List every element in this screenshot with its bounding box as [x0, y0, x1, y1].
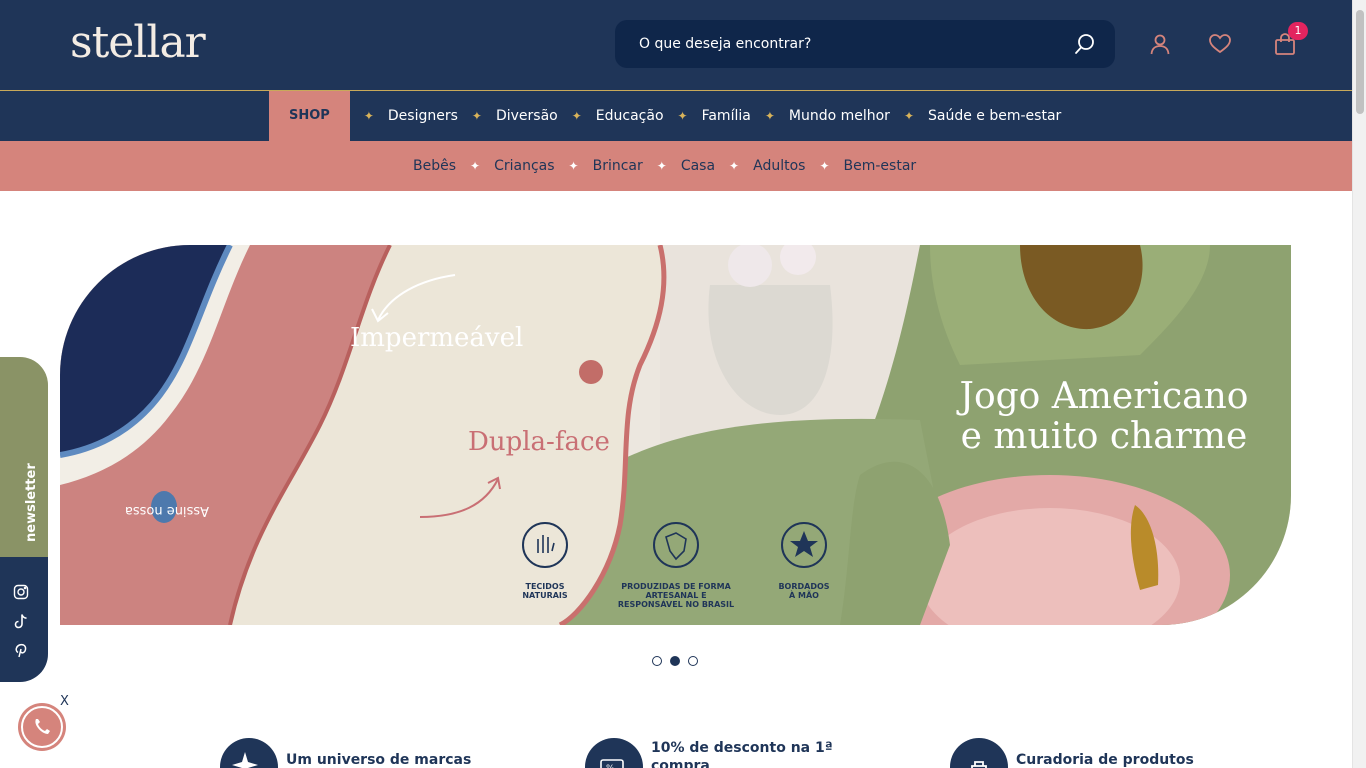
page-scrollbar[interactable] — [1352, 0, 1366, 768]
carousel-pagination — [652, 656, 698, 666]
nav-item-mundo-melhor[interactable]: Mundo melhor — [789, 108, 890, 124]
feature-brands: Um universo de marcas — [220, 738, 520, 768]
curation-icon — [950, 738, 1008, 768]
header: stellar 1 — [0, 0, 1352, 90]
newsletter-tab-label: Assine nossa newsletter — [24, 463, 209, 542]
sparkle-separator-icon: ✦ — [363, 109, 374, 123]
sparkle-separator-icon: ✦ — [470, 159, 481, 173]
instagram-icon[interactable] — [13, 584, 29, 600]
whatsapp-button[interactable] — [18, 703, 66, 751]
carousel-dot-2[interactable] — [670, 656, 680, 666]
main-navigation: SHOP ✦ Designers ✦ Diversão ✦ Educação ✦… — [0, 90, 1352, 141]
tiktok-icon[interactable] — [13, 613, 29, 629]
sparkle-separator-icon: ✦ — [571, 109, 582, 123]
feature-brands-text: Um universo de marcas — [286, 752, 472, 768]
logo[interactable]: stellar — [70, 18, 206, 68]
user-icon[interactable] — [1148, 32, 1172, 56]
sparkle-separator-icon: ✦ — [677, 109, 688, 123]
banner-headline-line2: e muito charme — [960, 416, 1248, 457]
search-input[interactable] — [615, 20, 1055, 68]
nav-item-saude-bem-estar[interactable]: Saúde e bem-estar — [928, 108, 1061, 124]
subnav-item-brincar[interactable]: Brincar — [593, 158, 643, 174]
banner-headline-line1: Jogo Americano — [959, 376, 1249, 417]
sparkle-separator-icon: ✦ — [471, 109, 482, 123]
whatsapp-icon — [21, 706, 63, 748]
nav-item-educacao[interactable]: Educação — [596, 108, 664, 124]
sparkle-separator-icon: ✦ — [903, 109, 914, 123]
subnav-item-criancas[interactable]: Crianças — [494, 158, 554, 174]
sub-navigation: Bebês ✦ Crianças ✦ Brincar ✦ Casa ✦ Adul… — [0, 141, 1352, 191]
subnav-item-casa[interactable]: Casa — [681, 158, 715, 174]
hero-banner[interactable]: Impermeável Dupla-face Jogo Americano e … — [60, 245, 1291, 625]
sparkle-separator-icon: ✦ — [764, 109, 775, 123]
feature-curation-text: Curadoria de produtos — [1016, 752, 1194, 768]
carousel-dot-3[interactable] — [688, 656, 698, 666]
nav-item-diversao[interactable]: Diversão — [496, 108, 558, 124]
sparkle-separator-icon: ✦ — [819, 159, 830, 173]
feature-discount-text: 10% de desconto na 1ª compra — [651, 740, 833, 768]
pinterest-icon[interactable] — [13, 642, 29, 658]
feature-discount: % 10% de desconto na 1ª compra — [585, 738, 885, 768]
badge-label-hand-embroidered: BORDADOS À MÃO — [778, 582, 830, 600]
scrollbar-thumb[interactable] — [1356, 10, 1364, 114]
search-bar — [615, 20, 1115, 68]
badge-label-natural-fabrics: TECIDOS NATURAIS — [522, 582, 568, 600]
subnav-item-adultos[interactable]: Adultos — [753, 158, 805, 174]
discount-ticket-icon: % — [585, 738, 643, 768]
whatsapp-close-button[interactable]: X — [60, 694, 69, 709]
page: stellar 1 SHOP ✦ Designers ✦ Divers — [0, 0, 1366, 768]
subnav-item-bebes[interactable]: Bebês — [413, 158, 456, 174]
nav-item-familia[interactable]: Família — [702, 108, 751, 124]
sparkle-separator-icon: ✦ — [729, 159, 740, 173]
carousel-dot-1[interactable] — [652, 656, 662, 666]
heart-icon[interactable] — [1208, 32, 1232, 56]
banner-headline: Jogo Americano e muito charme — [934, 377, 1274, 457]
newsletter-tab[interactable]: Assine nossa newsletter — [0, 357, 209, 557]
badge-label-handmade-brazil: PRODUZIDAS DE FORMA ARTESANAL E RESPONSÁ… — [617, 582, 735, 609]
banner-label-impermeavel: Impermeável — [350, 323, 524, 353]
sparkle-separator-icon: ✦ — [568, 159, 579, 173]
cart-count-badge: 1 — [1288, 22, 1308, 40]
sparkle-icon — [220, 738, 278, 768]
subnav-item-bem-estar[interactable]: Bem-estar — [844, 158, 917, 174]
search-icon[interactable] — [1073, 32, 1097, 56]
nav-item-designers[interactable]: Designers — [388, 108, 458, 124]
banner-label-dupla-face: Dupla-face — [468, 427, 610, 457]
feature-curation: Curadoria de produtos — [950, 738, 1250, 768]
svg-text:%: % — [606, 764, 615, 768]
social-links — [0, 557, 48, 682]
nav-item-shop[interactable]: SHOP — [269, 91, 350, 141]
sparkle-separator-icon: ✦ — [656, 159, 667, 173]
